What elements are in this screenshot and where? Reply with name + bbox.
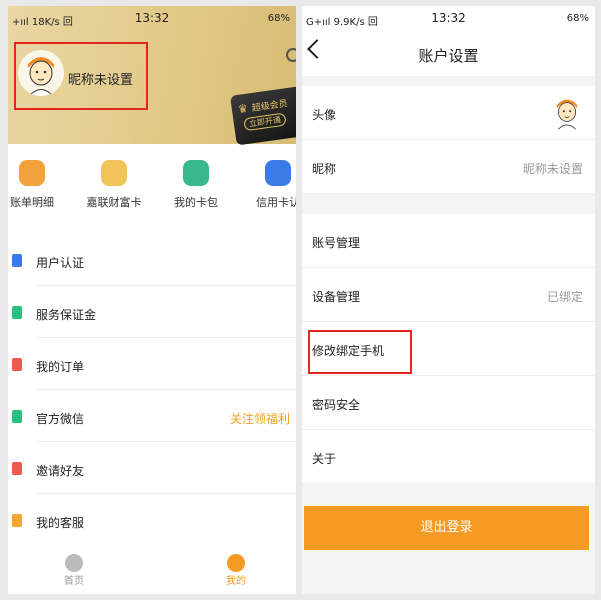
menu-label: 用户认证 (36, 256, 85, 270)
settings-row-avatar[interactable]: 头像 (302, 86, 595, 140)
bill-icon (19, 160, 45, 186)
vip-card[interactable]: ♛ 超级会员 立即开通 (230, 84, 296, 146)
status-bar: +ııl 18K/s 回 13:32 68% (8, 6, 296, 32)
quick-label: 嘉联财富卡 (86, 196, 142, 209)
status-time: 13:32 (431, 11, 466, 25)
account-settings-screen: G+ııl 9.9K/s 回 13:32 68% 账户设置 头像 昵称 昵称未设… (302, 6, 595, 594)
row-value: 昵称未设置 (522, 162, 583, 176)
tab-mine[interactable]: 我的 (206, 554, 266, 587)
support-icon (12, 514, 22, 527)
row-label: 密码安全 (312, 398, 361, 412)
tab-home[interactable]: 首页 (44, 554, 104, 587)
invite-icon (12, 462, 22, 475)
user-icon (227, 554, 245, 572)
vip-open-button[interactable]: 立即开通 (243, 112, 287, 132)
page-title: 账户设置 (418, 47, 479, 65)
row-label: 昵称 (312, 162, 337, 176)
quick-label: 账单明细 (10, 196, 54, 209)
menu-label: 官方微信 (36, 412, 85, 426)
quick-card-wallet[interactable]: 我的卡包 (158, 160, 234, 210)
menu-label: 我的订单 (36, 360, 85, 374)
wechat-icon (12, 410, 22, 423)
menu-item-wechat[interactable]: 官方微信 关注领福利 (8, 390, 296, 442)
logout-button[interactable]: 退出登录 (304, 506, 589, 550)
menu-item-support[interactable]: 我的客服 (8, 494, 296, 546)
quick-wealth-card[interactable]: 嘉联财富卡 (76, 160, 152, 210)
menu-item-deposit[interactable]: 服务保证金 (8, 286, 296, 338)
status-battery: 68% (566, 13, 589, 24)
menu-item-invite[interactable]: 邀请好友 (8, 442, 296, 494)
change-phone-highlight-box (308, 330, 412, 374)
credit-card-icon (265, 160, 291, 186)
row-label: 账号管理 (312, 236, 361, 250)
avatar[interactable] (18, 50, 64, 96)
quick-bill-details[interactable]: 账单明细 (8, 160, 70, 210)
vip-title: 超级会员 (251, 99, 289, 115)
status-time: 13:32 (134, 11, 170, 25)
card-icon (101, 160, 127, 186)
settings-row-about[interactable]: 关于 (302, 430, 595, 484)
row-label: 关于 (312, 452, 337, 466)
tab-label: 首页 (64, 576, 84, 587)
menu-item-user-verify[interactable]: 用户认证 (8, 234, 296, 286)
profile-screen: +ııl 18K/s 回 13:32 68% 昵称未设置 ♛ 超级会员 立即开通… (8, 6, 296, 594)
list-icon (12, 358, 22, 371)
status-bar: G+ııl 9.9K/s 回 13:32 68% (302, 6, 595, 32)
settings-row-password[interactable]: 密码安全 (302, 376, 595, 430)
crown-icon: ♛ (237, 101, 249, 116)
settings-gear-icon[interactable] (286, 48, 296, 62)
row-label: 头像 (312, 108, 337, 122)
quick-label: 信用卡认 (256, 196, 296, 209)
settings-row-account[interactable]: 账号管理 (302, 214, 595, 268)
nickname[interactable]: 昵称未设置 (68, 69, 133, 88)
menu-label: 服务保证金 (36, 308, 97, 322)
nav-bar: 账户设置 (302, 32, 595, 76)
row-label: 设备管理 (312, 290, 361, 304)
home-icon (65, 554, 83, 572)
row-value: 已绑定 (546, 290, 583, 304)
follow-benefit-link[interactable]: 关注领福利 (230, 410, 290, 427)
menu-label: 我的客服 (36, 516, 85, 530)
status-battery: 68% (267, 13, 290, 24)
avatar-icon (556, 99, 578, 130)
avatar-icon (18, 50, 64, 96)
section-gap (302, 194, 595, 214)
quick-actions: 账单明细 嘉联财富卡 我的卡包 信用卡认 (8, 160, 296, 224)
user-icon (12, 254, 22, 267)
settings-row-device[interactable]: 设备管理 已绑定 (302, 268, 595, 322)
tab-bar: 首页 我的 (8, 550, 296, 594)
settings-list: 头像 昵称 昵称未设置 账号管理 设备管理 已绑定 修改绑定手机 密码安全 关于 (302, 86, 595, 484)
wallet-icon (183, 160, 209, 186)
quick-credit-card[interactable]: 信用卡认 (240, 160, 296, 210)
menu-item-orders[interactable]: 我的订单 (8, 338, 296, 390)
menu-label: 邀请好友 (36, 464, 85, 478)
settings-row-nickname[interactable]: 昵称 昵称未设置 (302, 140, 595, 194)
tab-label: 我的 (226, 576, 246, 587)
shield-icon (12, 306, 22, 319)
profile-menu: 用户认证 服务保证金 我的订单 官方微信 关注领福利 邀请好友 我的客服 (8, 234, 296, 546)
quick-label: 我的卡包 (174, 196, 218, 209)
